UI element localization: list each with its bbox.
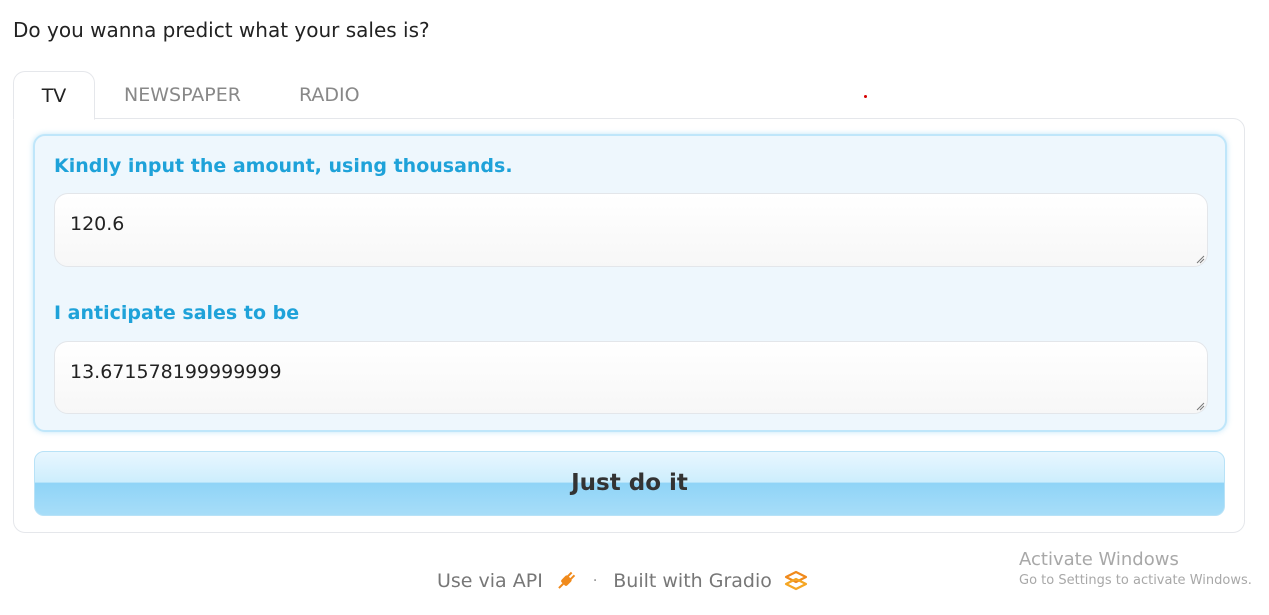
page-question: Do you wanna predict what your sales is? <box>13 18 430 42</box>
activate-windows-watermark: Activate Windows Go to Settings to activ… <box>1019 549 1252 588</box>
amount-input-value: 120.6 <box>70 213 125 235</box>
gradio-link-label: Built with Gradio <box>613 570 772 592</box>
sales-output[interactable]: 13.671578199999999 <box>54 341 1208 414</box>
api-link-label: Use via API <box>437 570 543 592</box>
tab-radio[interactable]: RADIO <box>270 71 389 119</box>
submit-button[interactable]: Just do it <box>34 451 1225 516</box>
watermark-subtitle: Go to Settings to activate Windows. <box>1019 573 1252 588</box>
use-via-api-link[interactable]: Use via API <box>437 570 577 592</box>
red-marker-dot <box>864 95 867 98</box>
watermark-title: Activate Windows <box>1019 549 1179 570</box>
tab-newspaper[interactable]: NEWSPAPER <box>95 71 270 119</box>
resize-handle-icon[interactable] <box>1196 255 1205 264</box>
form-group: Kindly input the amount, using thousands… <box>33 134 1227 432</box>
gradio-app: Do you wanna predict what your sales is?… <box>0 0 1269 615</box>
output-label: I anticipate sales to be <box>54 302 300 324</box>
input-label: Kindly input the amount, using thousands… <box>54 155 513 177</box>
tab-panel: Kindly input the amount, using thousands… <box>13 118 1245 533</box>
plug-icon <box>558 571 576 589</box>
footer: Use via API · Built with Gradio <box>437 568 808 594</box>
tab-bar: TV NEWSPAPER RADIO <box>13 71 389 120</box>
built-with-gradio-link[interactable]: Built with Gradio <box>613 570 808 592</box>
sales-output-value: 13.671578199999999 <box>70 361 282 383</box>
resize-handle-icon[interactable] <box>1196 402 1205 411</box>
tab-tv[interactable]: TV <box>13 71 95 120</box>
footer-separator: · <box>592 573 598 589</box>
amount-input[interactable]: 120.6 <box>54 193 1208 267</box>
gradio-logo-icon <box>784 570 807 591</box>
